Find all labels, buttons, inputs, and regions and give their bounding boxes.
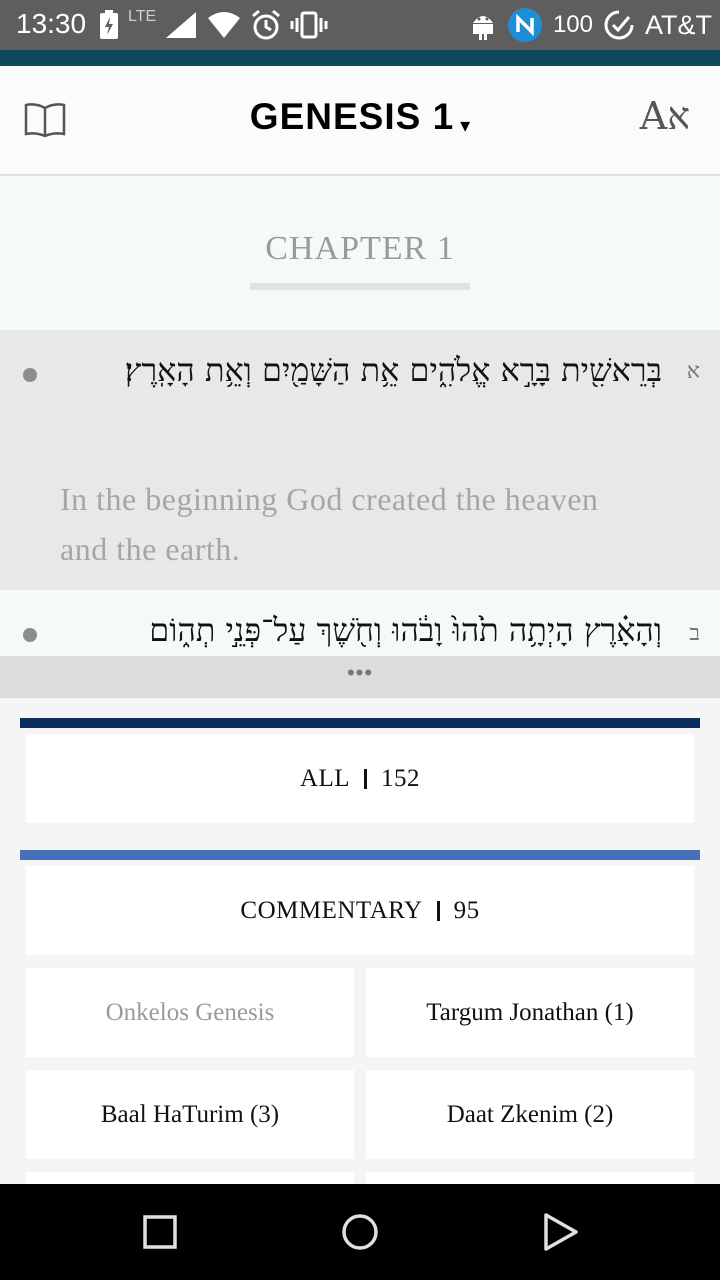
android-icon <box>472 16 493 40</box>
verse-hebrew-text[interactable]: וְהָאָ֗רֶץ הָיְתָ֥ה תֹ֙הוּ֙ וָבֹ֔הוּ וְח… <box>42 604 662 656</box>
commentary-count: 95 <box>453 896 480 924</box>
commentary-book-cell[interactable] <box>26 1172 354 1184</box>
app-header: GENESIS 1 ▾ Aא <box>0 66 720 176</box>
vibrate-icon <box>290 11 328 39</box>
verse-1[interactable]: א בְּרֵאשִׁ֖ית בָּרָ֣א אֱלֹהִ֑ים אֵ֥ת הַ… <box>0 330 720 590</box>
separator <box>364 768 368 789</box>
battery-saver-icon <box>100 10 118 39</box>
commentary-book-daat-zkenim[interactable]: Daat Zkenim (2) <box>366 1070 694 1159</box>
status-bar: 13:30 LTE 100 AT&T <box>0 0 720 50</box>
book-selector[interactable]: GENESIS 1 ▾ <box>0 96 720 138</box>
recents-icon[interactable] <box>140 1212 180 1252</box>
sync-badge-icon <box>507 8 542 42</box>
all-count: 152 <box>381 764 421 792</box>
carrier-name: AT&T <box>645 9 712 40</box>
home-icon[interactable] <box>340 1212 380 1252</box>
commentary-label: COMMENTARY <box>240 896 423 924</box>
verse-2[interactable]: ב וְהָאָ֗רֶץ הָיְתָ֥ה תֹ֙הוּ֙ וָבֹ֔הוּ ו… <box>0 590 720 656</box>
chapter-title: CHAPTER 1 <box>265 230 455 267</box>
language-toggle-button[interactable]: Aא <box>640 94 690 139</box>
verse-english-text[interactable]: In the beginning God created the heaven … <box>60 474 620 574</box>
verse-number: ב <box>689 621 700 646</box>
connections-panel: ALL 152 COMMENTARY 95 Onkelos Genesis Ta… <box>0 698 720 1184</box>
commentary-book-onkelos[interactable]: Onkelos Genesis <box>26 968 354 1057</box>
verse-marker-icon <box>23 368 37 382</box>
commentary-book-targum-jonathan[interactable]: Targum Jonathan (1) <box>366 968 694 1057</box>
signal-icon <box>166 12 197 38</box>
network-type: LTE <box>128 8 157 25</box>
chapter-underline <box>250 283 470 290</box>
commentary-category-bar <box>20 850 700 860</box>
chapter-header: CHAPTER 1 <box>0 176 720 330</box>
verse-marker-icon <box>23 628 37 642</box>
verse-number: א <box>686 359 700 384</box>
verse-hebrew-text[interactable]: בְּרֵאשִׁ֖ית בָּרָ֣א אֱלֹהִ֑ים אֵ֥ת הַשָ… <box>92 344 662 396</box>
panel-drag-handle[interactable]: ••• <box>0 656 720 698</box>
commentary-book-cell[interactable] <box>366 1172 694 1184</box>
accent-strip <box>0 50 720 66</box>
back-icon[interactable] <box>540 1212 580 1252</box>
all-category-bar <box>20 718 700 728</box>
all-connections-button[interactable]: ALL 152 <box>26 734 694 823</box>
chevron-down-icon[interactable]: ▾ <box>460 115 470 137</box>
all-label: ALL <box>299 764 351 792</box>
status-time: 13:30 <box>16 8 87 39</box>
commentary-book-baal-haturim[interactable]: Baal HaTurim (3) <box>26 1070 354 1159</box>
more-dots-icon: ••• <box>346 660 374 685</box>
alarm-icon <box>252 9 281 40</box>
separator <box>436 900 440 921</box>
commentary-button[interactable]: COMMENTARY 95 <box>26 866 694 955</box>
wifi-icon <box>208 12 241 38</box>
navigation-bar <box>0 1184 720 1280</box>
data-saver-icon <box>604 10 634 40</box>
battery-level: 100 <box>552 11 593 38</box>
page-title[interactable]: GENESIS 1 <box>250 96 454 137</box>
